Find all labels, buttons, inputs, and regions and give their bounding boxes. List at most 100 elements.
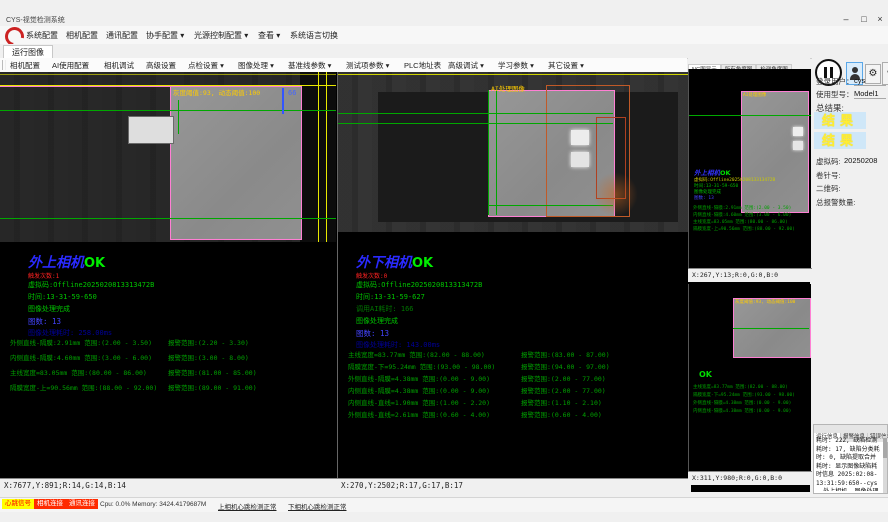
right-ai-label: AI处理图像 bbox=[491, 83, 525, 93]
reel-label: 卷针号: bbox=[816, 170, 841, 181]
login-user-label: 登录用户： bbox=[816, 76, 854, 87]
right-time-line: 时间:13-31-59-627 bbox=[356, 292, 425, 302]
thumb-top-view[interactable]: AI处理图像 外上相机OK 虚拟码:Offline202502081331347… bbox=[688, 69, 811, 268]
tab-strip bbox=[0, 44, 888, 59]
left-pink-line bbox=[0, 86, 172, 87]
thumb-top-name: 外上相机 bbox=[694, 169, 720, 177]
right-alarm-5: 报警范围:(0.60 - 4.00) bbox=[521, 409, 602, 419]
thumb-bottom-meas-3: 内侧直线-隔膜=4.38mm 范围:(0.00 - 9.00) bbox=[693, 408, 791, 414]
right-camera-image[interactable]: AI处理图像 bbox=[338, 72, 688, 232]
right-alarm-2: 报警范围:(2.00 - 77.00) bbox=[521, 373, 606, 383]
menu-gripper-config[interactable]: 协手配置 ▾ bbox=[146, 30, 184, 41]
left-alarm-0: 报警范围:(2.20 - 3.30) bbox=[168, 337, 249, 347]
right-alarm-4: 报警范围:(1.10 - 2.10) bbox=[521, 397, 602, 407]
right-ai-line: 调用AI耗时: 166 bbox=[356, 304, 414, 314]
thumb-bottom-ok: OK bbox=[699, 370, 712, 379]
right-camera-panel[interactable]: AI处理图像 外下相机OK 触发次数:0 虚拟码:Offline20250208… bbox=[337, 72, 688, 478]
thumb-top-block bbox=[741, 91, 809, 213]
tool-adv-debug[interactable]: 高级调试 ▾ bbox=[448, 60, 484, 71]
window-title: CYS-视觉检测系统 bbox=[6, 15, 65, 25]
thumb-top-meas-2: 主线宽度=83.05mm 范围:(80.00 - 86.00) bbox=[693, 219, 788, 225]
left-camera-panel[interactable]: 66 灰度阈值:93, 动态阈值:100 外上相机OK 触发次数:1 虚拟码:O… bbox=[0, 72, 336, 478]
thumb-bottom-green-line bbox=[733, 328, 809, 329]
left-frame-line: 图数: 13 bbox=[28, 316, 61, 327]
model-value: Model1 bbox=[854, 89, 886, 99]
toolbar-grip[interactable] bbox=[2, 60, 6, 70]
menu-light-config[interactable]: 光源控制配置 ▾ bbox=[194, 30, 248, 41]
right-alarm-1: 报警范围:(94.00 - 97.00) bbox=[521, 361, 610, 371]
left-meas-3: 隔膜宽度-上=90.56mm 范围:(88.00 - 92.00) bbox=[10, 382, 157, 392]
left-time-line: 时间:13-31-59-650 bbox=[28, 292, 97, 302]
left-yellow-vline-1 bbox=[318, 72, 319, 242]
left-code-line: 虚拟码:Offline2025020813313472B bbox=[28, 280, 154, 290]
right-green-line-1 bbox=[338, 113, 613, 114]
menu-system-config[interactable]: 系统配置 bbox=[26, 30, 58, 41]
left-alarm-2: 报警范围:(81.00 - 85.00) bbox=[168, 367, 257, 377]
thumb-top-ai-label: AI处理图像 bbox=[743, 92, 766, 98]
info-log-text: 耗时: 222, 缺陷检测耗时: 17, 缺陷分类耗时: 0, 缺陷提取合并耗时… bbox=[816, 437, 880, 491]
thumb-bottom-ylabel: 灰度阈值:93, 动态阈值:100 bbox=[735, 299, 795, 305]
left-meas-2: 主线宽度=83.05mm 范围:(80.00 - 86.00) bbox=[10, 367, 147, 377]
menu-camera-config[interactable]: 相机配置 bbox=[66, 30, 98, 41]
thumb-top-coord-bar: X:267,Y:13;R:0,G:0,B:0 bbox=[688, 268, 814, 282]
thumb-bottom-meas-2: 外侧直线-隔膜=4.38mm 范围:(0.00 - 9.00) bbox=[693, 400, 791, 406]
model-label: 使用型号： bbox=[816, 89, 854, 100]
left-alarm-3: 报警范围:(89.00 - 91.00) bbox=[168, 382, 257, 392]
thumb-top-ok: OK bbox=[720, 169, 731, 177]
heartbeat-badge: 心跳信号 bbox=[2, 499, 34, 509]
info-box: 运行信息报警信息错误信息 耗时: 222, 缺陷检测耗时: 17, 缺陷分类耗时… bbox=[813, 424, 888, 494]
left-coord-bar: X:7677,Y:891;R:14,G:14,B:14 bbox=[0, 478, 340, 493]
menu-comm-config[interactable]: 通讯配置 bbox=[106, 30, 138, 41]
title-bar bbox=[0, 0, 888, 27]
tool-test-param[interactable]: 测试项参数 ▾ bbox=[346, 60, 389, 71]
thumb-bottom-meas-1: 隔膜宽度-下=95.24mm 范围:(93.00 - 98.00) bbox=[693, 392, 795, 398]
upper-camera-heartbeat-link[interactable]: 上相机心跳检测正常 bbox=[218, 501, 277, 511]
thumb-top-title: 外上相机OK bbox=[694, 167, 731, 177]
right-frame-line: 图数: 13 bbox=[356, 328, 389, 339]
menu-view[interactable]: 查看 ▾ bbox=[258, 30, 280, 41]
tool-learn-param[interactable]: 学习参数 ▾ bbox=[498, 60, 534, 71]
lower-camera-heartbeat-link[interactable]: 下相机心跳检测正常 bbox=[288, 501, 347, 511]
app-window: CYS-视觉检测系统 – □ × 系统配置 相机配置 通讯配置 协手配置 ▾ 光… bbox=[0, 0, 888, 522]
tool-camera-debug[interactable]: 相机调试 bbox=[104, 60, 134, 71]
info-scrollbar[interactable] bbox=[883, 436, 887, 493]
right-meas-1: 隔膜宽度-下=95.24mm 范围:(93.00 - 98.00) bbox=[348, 361, 495, 371]
tool-ai-use-config[interactable]: AI使用配置 bbox=[52, 60, 89, 71]
thumb-tab-strip: NG图显示所有角度图检测角度图 bbox=[688, 58, 810, 69]
tool-plc-table[interactable]: PLC地址表 bbox=[404, 60, 441, 71]
menu-language-switch[interactable]: 系统语言切换 bbox=[290, 30, 338, 41]
left-green-vline bbox=[178, 100, 179, 134]
right-code-line: 虚拟码:Offline2025020813313472B bbox=[356, 280, 482, 290]
right-camera-title: 外下相机OK bbox=[356, 252, 433, 272]
right-coord-bar: X:270,Y:2502;R:17,G:17,B:17 bbox=[337, 478, 691, 493]
person-icon bbox=[852, 67, 858, 73]
tool-other-set[interactable]: 其它设置 ▾ bbox=[548, 60, 584, 71]
tool-baseline-param[interactable]: 基准线参数 ▾ bbox=[288, 60, 331, 71]
minimize-icon[interactable]: – bbox=[838, 13, 854, 25]
left-connector-tab bbox=[128, 116, 174, 144]
tool-spotcheck-set[interactable]: 点检设置 ▾ bbox=[188, 60, 224, 71]
left-camera-result: OK bbox=[84, 256, 105, 271]
vcode-label: 虚拟码: bbox=[816, 156, 841, 167]
left-trigger-line: 触发次数:1 bbox=[28, 271, 59, 280]
maximize-icon[interactable]: □ bbox=[856, 13, 872, 25]
right-done-line: 图像处理完成 bbox=[356, 316, 398, 326]
thumb-top-green-line bbox=[689, 115, 811, 116]
right-green-vline-2 bbox=[496, 90, 497, 215]
left-camera-title: 外上相机OK bbox=[28, 252, 105, 272]
close-icon[interactable]: × bbox=[872, 13, 888, 25]
left-green-line-2 bbox=[0, 218, 336, 219]
info-scrollbar-thumb[interactable] bbox=[883, 438, 887, 458]
left-top-yellow-line bbox=[0, 74, 336, 75]
tool-advanced-set[interactable]: 高级设置 bbox=[146, 60, 176, 71]
tool-camera-config[interactable]: 相机配置 bbox=[10, 60, 40, 71]
right-meas-5: 外侧直线-直线=2.61mm 范围:(0.60 - 4.00) bbox=[348, 409, 490, 419]
info-tab-row: 运行信息报警信息错误信息 bbox=[814, 425, 887, 436]
tool-image-process[interactable]: 图像处理 ▾ bbox=[238, 60, 274, 71]
left-yellow-vline-2 bbox=[326, 72, 327, 242]
sidebar: ⚙ ↪ 登录用户： cys 使用型号： Model1 总结果: 结果 结果 虚拟… bbox=[812, 56, 888, 494]
thumb-bottom-view[interactable]: 灰度阈值:93, 动态阈值:100 OK 主线宽度=83.77mm 范围:(82… bbox=[688, 284, 811, 471]
left-camera-image[interactable]: 66 灰度阈值:93, 动态阈值:100 bbox=[0, 72, 336, 242]
tab-run-image[interactable]: 运行图像 bbox=[3, 45, 53, 59]
right-top-yellow-line bbox=[338, 74, 688, 75]
